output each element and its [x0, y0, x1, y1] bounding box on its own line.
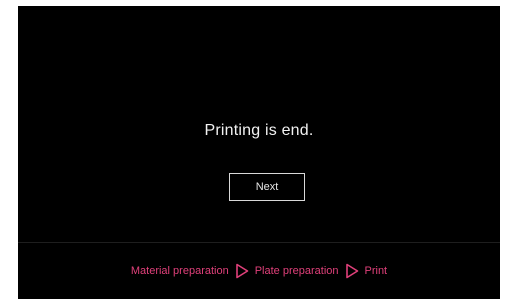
progress-steps: Material preparation Plate preparation P…: [18, 243, 500, 299]
step-arrow-icon: [235, 263, 249, 279]
step-plate-preparation: Plate preparation: [254, 265, 339, 277]
step-arrow-icon: [345, 263, 359, 279]
step-print: Print: [364, 265, 388, 277]
step-material-preparation: Material preparation: [130, 265, 229, 277]
printer-screen: Printing is end. Next Material preparati…: [18, 6, 500, 299]
next-button[interactable]: Next: [229, 173, 305, 201]
status-message: Printing is end.: [204, 122, 314, 139]
main-panel: Printing is end. Next: [18, 6, 500, 242]
